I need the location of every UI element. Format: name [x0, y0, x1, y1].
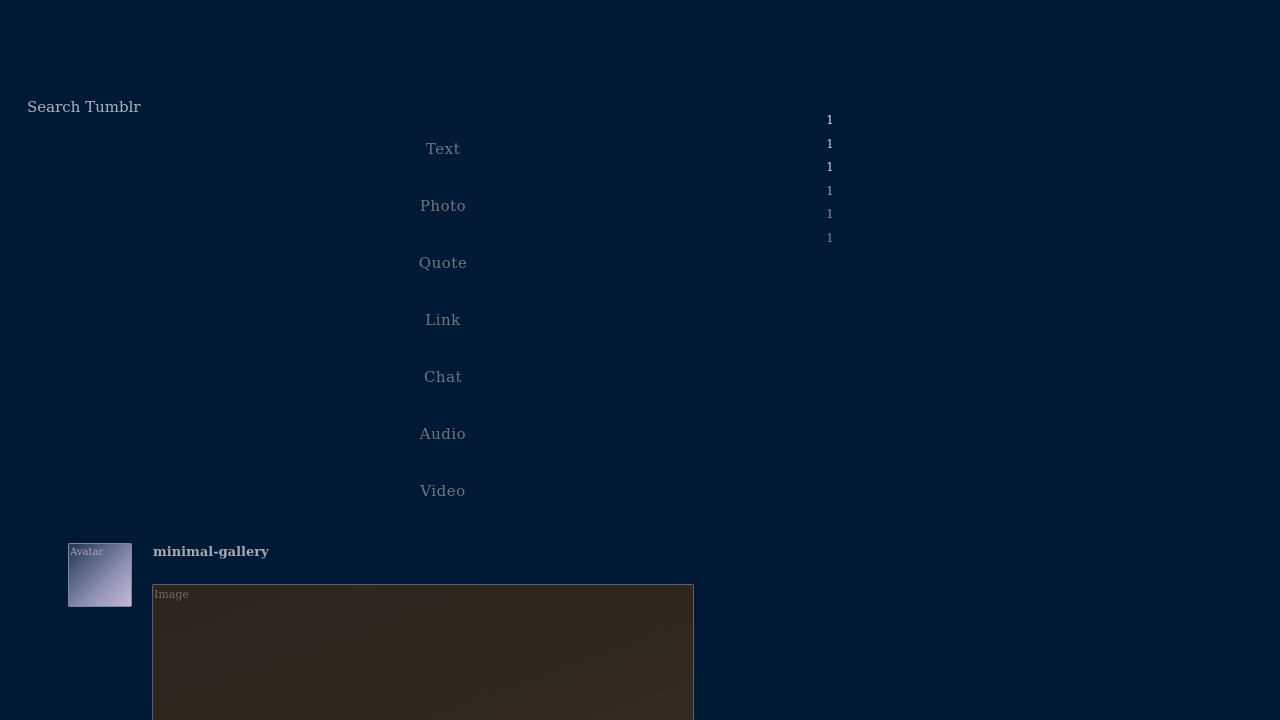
count-4: 1 [826, 183, 834, 198]
blog-name-link[interactable]: minimal-gallery [153, 545, 269, 560]
avatar-alt-text: Avatar [70, 547, 104, 558]
count-2: 1 [826, 136, 834, 151]
post-type-chat[interactable]: Chat [383, 360, 503, 417]
post-type-text[interactable]: Text [383, 132, 503, 189]
post-type-video[interactable]: Video [383, 474, 503, 531]
post-type-photo[interactable]: Photo [383, 189, 503, 246]
count-5: 1 [826, 207, 834, 221]
post-image-alt-text: Image [154, 588, 189, 601]
count-3: 1 [826, 160, 834, 174]
post-type-link[interactable]: Link [383, 303, 503, 360]
post-type-menu: Text Photo Quote Link Chat Audio Video [383, 132, 503, 531]
post-image[interactable]: Image [152, 584, 694, 720]
post-type-quote[interactable]: Quote [383, 246, 503, 303]
count-column: 1 1 1 1 1 1 [820, 114, 840, 255]
count-6: 1 [826, 230, 834, 245]
tumblr-dashboard: Search Tumblr Text Photo Quote Link Chat… [0, 0, 1280, 720]
avatar[interactable]: Avatar [68, 543, 132, 607]
count-1: 1 [826, 113, 834, 127]
post-type-audio[interactable]: Audio [383, 417, 503, 474]
search-input[interactable]: Search Tumblr [27, 98, 141, 116]
